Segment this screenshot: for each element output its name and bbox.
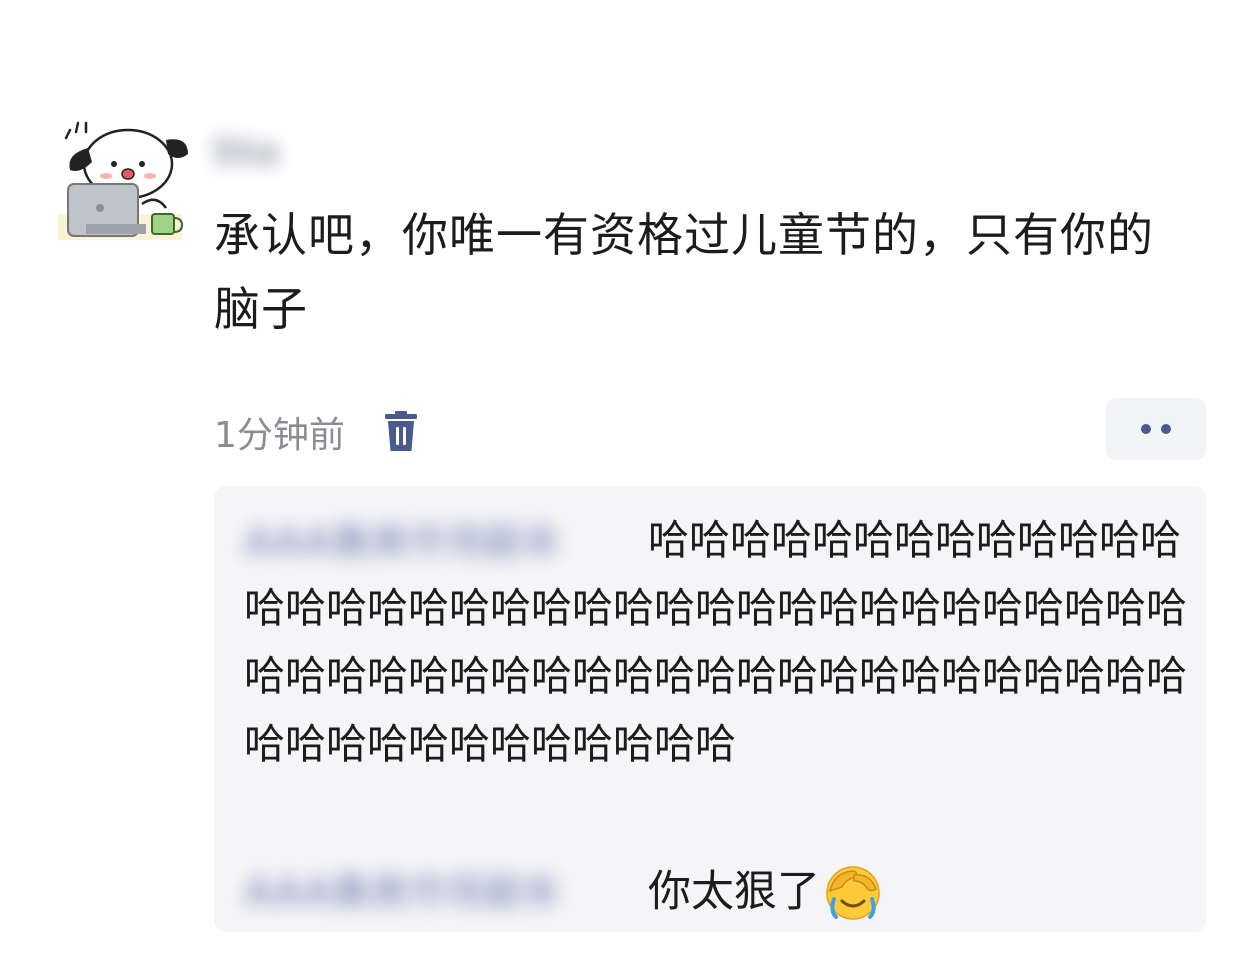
avatar-dog-laptop-icon — [58, 121, 188, 240]
reply-text: 你太狠了 — [648, 867, 820, 917]
more-dots-icon — [1141, 424, 1151, 434]
delete-button[interactable] — [381, 406, 421, 458]
comment-meta: 1分钟前 — [214, 404, 421, 460]
avatar[interactable] — [58, 118, 188, 242]
username[interactable]: Sta — [212, 132, 279, 173]
reply-item: 你太狠了 — [648, 862, 882, 922]
timestamp: 1分钟前 — [214, 415, 345, 456]
reply-author[interactable]: AAA集美市场副本 — [244, 512, 560, 572]
face-palm-crying-emoji-icon — [826, 866, 880, 920]
comment-text: 承认吧，你唯一有资格过儿童节的，只有你的脑子 — [214, 208, 1154, 336]
more-dots-icon — [1161, 424, 1171, 434]
more-options-button[interactable] — [1106, 398, 1206, 460]
replies-panel: 哈哈哈哈哈哈哈哈哈哈哈哈哈哈哈哈哈哈哈哈哈哈哈哈哈哈哈哈哈哈哈哈哈哈哈哈哈哈哈哈… — [214, 486, 1206, 932]
trash-icon — [384, 411, 417, 451]
reply-author[interactable]: AAA集美市场副本 — [244, 862, 560, 922]
